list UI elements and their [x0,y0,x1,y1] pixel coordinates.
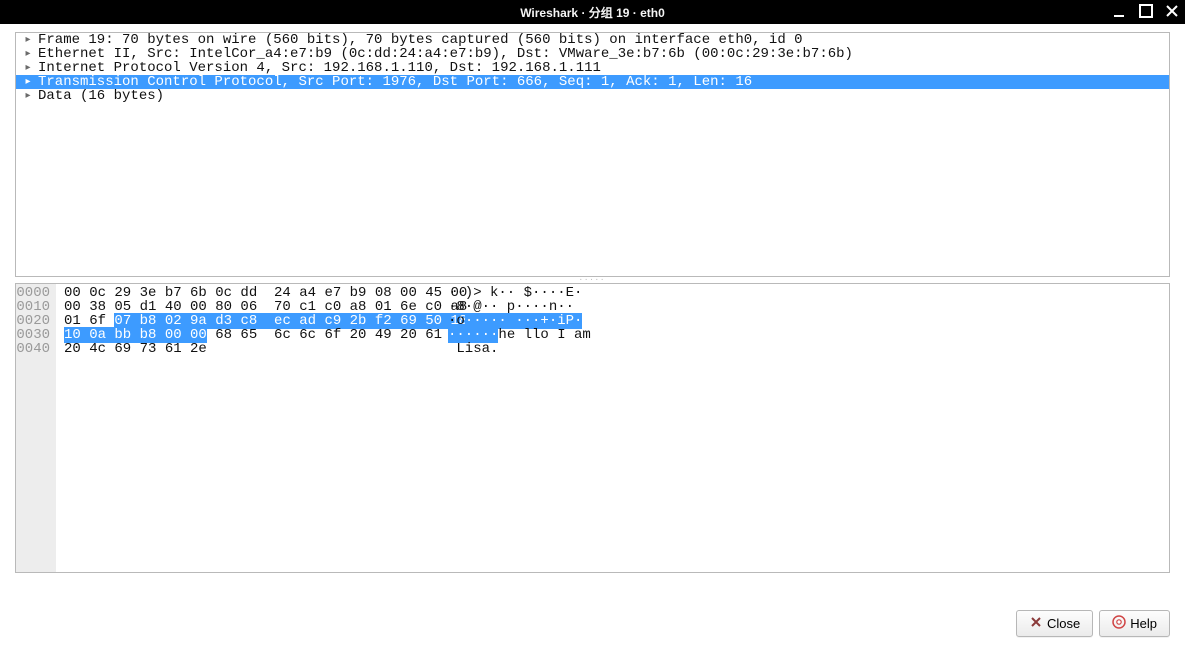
hex-offset: 0010 [16,300,56,314]
hex-bytes-row[interactable]: 20 4c 69 73 61 2e [64,342,426,356]
close-x-icon [1029,615,1043,632]
hex-ascii-row[interactable]: Lisa. [448,342,591,356]
tree-item[interactable]: ▸Transmission Control Protocol, Src Port… [16,75,1169,89]
tree-item[interactable]: ▸Frame 19: 70 bytes on wire (560 bits), … [16,33,1169,47]
tree-item-label: Frame 19: 70 bytes on wire (560 bits), 7… [34,33,803,47]
hex-bytes-row[interactable]: 01 6f 07 b8 02 9a d3 c8 ec ad c9 2b f2 6… [64,314,426,328]
tree-item[interactable]: ▸Internet Protocol Version 4, Src: 192.1… [16,61,1169,75]
expand-arrow-icon[interactable]: ▸ [22,89,34,103]
close-button-label: Close [1047,616,1080,631]
tree-item[interactable]: ▸Ethernet II, Src: IntelCor_a4:e7:b9 (0c… [16,47,1169,61]
hex-ascii-row[interactable]: ·o····· ···+·iP· [448,314,591,328]
close-icon[interactable] [1165,4,1179,20]
pane-splitter[interactable] [15,277,1170,283]
minimize-icon[interactable] [1113,4,1127,20]
expand-arrow-icon[interactable]: ▸ [22,61,34,75]
expand-arrow-icon[interactable]: ▸ [22,75,34,89]
hex-ascii: he llo I am [498,327,590,343]
help-button-label: Help [1130,616,1157,631]
tree-item-label: Ethernet II, Src: IntelCor_a4:e7:b9 (0c:… [34,47,853,61]
hex-offset: 0020 [16,314,56,328]
hex-offset: 0030 [16,328,56,342]
packet-bytes-pane[interactable]: 00000010002000300040 00 0c 29 3e b7 6b 0… [15,283,1170,573]
window-controls [1113,0,1179,24]
tree-item-label: Transmission Control Protocol, Src Port:… [34,75,752,89]
window-title: Wireshark · 分组 19 · eth0 [520,4,665,21]
hex-ascii-row[interactable]: ·8·@·· p····n·· [448,300,591,314]
expand-arrow-icon[interactable]: ▸ [22,33,34,47]
hex-bytes: 20 4c 69 73 61 2e [64,341,207,357]
hex-offset: 0000 [16,286,56,300]
dialog-button-bar: Close Help [1016,610,1170,637]
tree-item[interactable]: ▸Data (16 bytes) [16,89,1169,103]
hex-offset: 0040 [16,342,56,356]
content-area: ▸Frame 19: 70 bytes on wire (560 bits), … [0,24,1185,645]
hex-bytes-row[interactable]: 00 38 05 d1 40 00 80 06 70 c1 c0 a8 01 6… [64,300,426,314]
tree-item-label: Data (16 bytes) [34,89,164,103]
close-button[interactable]: Close [1016,610,1093,637]
hex-bytes-row[interactable]: 00 0c 29 3e b7 6b 0c dd 24 a4 e7 b9 08 0… [64,286,426,300]
help-icon [1112,615,1126,632]
hex-ascii: Lisa. [448,341,498,357]
hex-bytes-row[interactable]: 10 0a bb b8 00 00 68 65 6c 6c 6f 20 49 2… [64,328,426,342]
tree-item-label: Internet Protocol Version 4, Src: 192.16… [34,61,601,75]
expand-arrow-icon[interactable]: ▸ [22,47,34,61]
help-button[interactable]: Help [1099,610,1170,637]
maximize-icon[interactable] [1139,4,1153,20]
title-bar: Wireshark · 分组 19 · eth0 [0,0,1185,24]
packet-details-pane[interactable]: ▸Frame 19: 70 bytes on wire (560 bits), … [15,32,1170,277]
hex-ascii-row[interactable]: ······he llo I am [448,328,591,342]
hex-ascii-row[interactable]: ··)> k·· $····E· [448,286,591,300]
